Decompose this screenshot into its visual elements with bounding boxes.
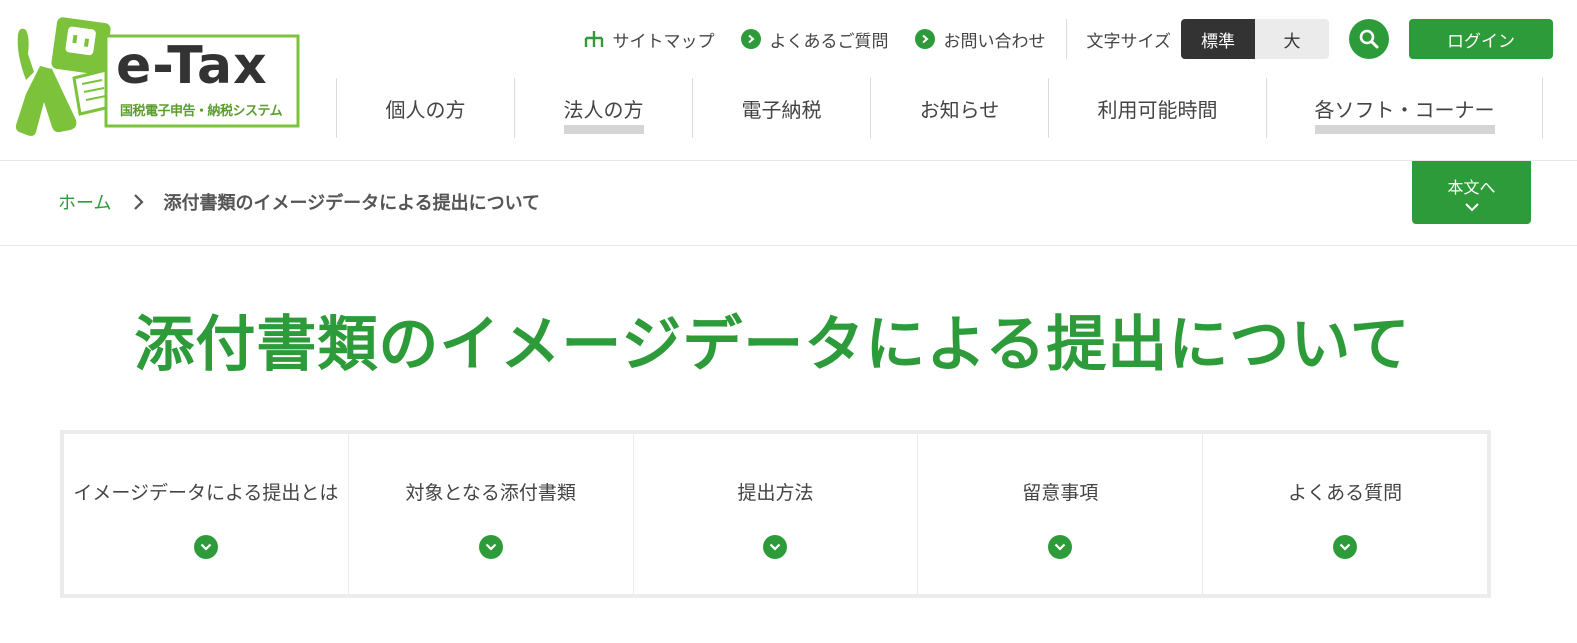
search-icon [1359,29,1379,49]
font-size-large-button[interactable]: 大 [1255,19,1329,59]
nav-item-corporate[interactable]: 法人の方 [514,78,692,138]
faq-link[interactable]: よくあるご質問 [740,27,889,52]
font-size-label: 文字サイズ [1086,31,1172,52]
chevron-right-circle-icon [740,29,761,49]
tab-notes[interactable]: 留意事項 [918,434,1204,594]
search-button[interactable] [1349,19,1389,59]
font-size-switcher: 標準 大 [1181,19,1329,59]
chevron-down-circle-icon [763,534,788,559]
skip-to-content-button[interactable]: 本文へ [1412,161,1531,224]
nav-item-software-corner[interactable]: 各ソフト・コーナー [1266,78,1543,138]
section-tabs: イメージデータによる提出とは 対象となる添付書類 提出方法 留意事項 よくある質… [60,430,1491,598]
nav-item-label: 各ソフト・コーナー [1314,97,1495,122]
faq-label: よくあるご質問 [769,31,889,52]
contact-link[interactable]: お問い合わせ [914,27,1046,52]
tab-label: よくある質問 [1288,481,1403,504]
utility-divider [1065,19,1067,59]
nav-item-e-payment[interactable]: 電子納税 [692,78,870,138]
chevron-right-circle-icon [914,29,935,49]
chevron-down-circle-icon [1333,534,1358,559]
tab-label: 提出方法 [737,481,814,504]
site-header: e-Tax 国税電子申告・納税システム サイトマップ よくあるご質問 お問い合わ… [0,0,1577,161]
font-size-standard-button[interactable]: 標準 [1181,19,1255,59]
tab-label: イメージデータによる提出とは [73,481,339,504]
page-title: 添付書類のイメージデータによる提出について [134,310,1411,380]
tab-label: 対象となる添付書類 [405,481,576,504]
nav-active-underline [564,125,644,134]
nav-active-underline [1315,125,1495,134]
skip-to-content-label: 本文へ [1447,177,1496,197]
contact-label: お問い合わせ [943,31,1046,52]
chevron-down-circle-icon [478,534,503,559]
nav-item-label: お知らせ [919,97,1000,122]
chevron-down-circle-icon [193,534,218,559]
logo-subtitle: 国税電子申告・納税システム [120,104,283,119]
breadcrumb-bar: ホーム 添付書類のイメージデータによる提出について 本文へ [0,161,1577,246]
nav-item-label: 個人の方 [385,97,466,122]
nav-item-label: 法人の方 [563,97,644,122]
etax-logo[interactable]: e-Tax 国税電子申告・納税システム [14,14,304,142]
sitemap-label: サイトマップ [612,31,715,52]
breadcrumb-current: 添付書類のイメージデータによる提出について [163,193,541,214]
chevron-down-icon [1464,202,1479,211]
tab-target-documents[interactable]: 対象となる添付書類 [349,434,634,594]
nav-item-label: 電子納税 [741,97,822,122]
login-button[interactable]: ログイン [1409,19,1553,59]
tab-submission-method[interactable]: 提出方法 [634,434,919,594]
global-nav: 個人の方 法人の方 電子納税 お知らせ 利用可能時間 各ソフト・コーナー [336,78,1543,138]
tab-faq[interactable]: よくある質問 [1203,434,1487,594]
sitemap-icon [584,29,604,49]
logo-wordmark: e-Tax [116,36,268,96]
nav-item-news[interactable]: お知らせ [870,78,1048,138]
chevron-down-circle-icon [1048,534,1073,559]
breadcrumb: ホーム 添付書類のイメージデータによる提出について [58,189,540,215]
tab-what-is-image-submission[interactable]: イメージデータによる提出とは [64,434,349,594]
nav-item-individual[interactable]: 個人の方 [336,78,514,138]
utility-bar: サイトマップ よくあるご質問 お問い合わせ 文字サイズ 標準 大 ログイン [584,18,1553,60]
sitemap-link[interactable]: サイトマップ [584,27,715,52]
nav-item-available-hours[interactable]: 利用可能時間 [1048,78,1266,138]
nav-item-label: 利用可能時間 [1097,97,1218,122]
chevron-right-icon [133,193,145,211]
tab-label: 留意事項 [1022,481,1099,504]
breadcrumb-home-link[interactable]: ホーム [58,189,111,215]
